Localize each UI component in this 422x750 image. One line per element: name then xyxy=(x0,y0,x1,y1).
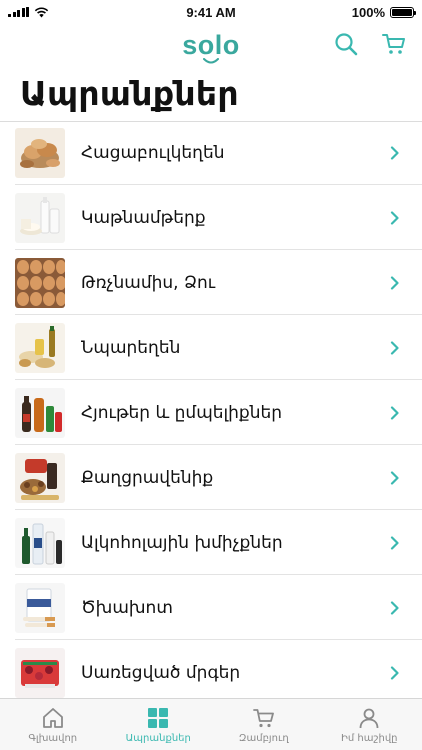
tab-label: Գլխավոր xyxy=(28,732,78,744)
tab-label: Իմ հաշիվը xyxy=(340,732,398,744)
category-item-drinks[interactable]: Հյութեր և ըմպելիքներ xyxy=(0,380,422,445)
bread-thumbnail xyxy=(15,127,65,178)
tab-cart[interactable]: Զամբյուղ xyxy=(211,699,317,750)
chevron-right-icon xyxy=(390,145,399,160)
category-label: Ծխախոտ xyxy=(81,597,173,618)
category-label: Կաթնամթերք xyxy=(81,207,206,228)
category-item-grocery[interactable]: Նպարեղեն xyxy=(0,315,422,380)
category-item-poultry[interactable]: Թռչնամիս, Ձու xyxy=(0,250,422,315)
category-label: Քաղցրավենիք xyxy=(81,467,214,488)
tab-products[interactable]: Ապրանքներ xyxy=(106,699,212,750)
category-item-tobacco[interactable]: Ծխախոտ xyxy=(0,575,422,640)
search-icon[interactable] xyxy=(332,30,360,58)
logo-smile-icon xyxy=(202,57,219,63)
nav-actions xyxy=(332,30,408,58)
status-bar: 9:41 AM 100% xyxy=(0,0,422,24)
page-title: Ապրանքներ xyxy=(20,74,239,113)
tab-account[interactable]: Իմ հաշիվը xyxy=(317,699,422,750)
tab-label: Ապրանքներ xyxy=(125,732,191,744)
battery-percent: 100% xyxy=(351,4,385,20)
category-label: Ալկոհոլային խմիչքներ xyxy=(81,532,283,553)
chevron-right-icon xyxy=(390,665,399,680)
chevron-right-icon xyxy=(390,210,399,225)
grid-icon xyxy=(148,707,169,728)
battery-icon xyxy=(390,6,416,18)
chevron-right-icon xyxy=(390,600,399,615)
cart-icon[interactable] xyxy=(380,30,408,58)
logo-text: solo xyxy=(182,29,240,60)
category-item-alcohol[interactable]: Ալկոհոլային խմիչքներ xyxy=(0,510,422,575)
frozen-fruit-thumbnail xyxy=(15,647,65,698)
drinks-thumbnail xyxy=(15,387,65,438)
chevron-right-icon xyxy=(390,275,399,290)
category-label: Հյութեր և ըմպելիքներ xyxy=(81,402,283,423)
tab-bar: Գլխավոր Ապրանքներ Զամբյուղ Իմ հաշիվը xyxy=(0,698,422,750)
grocery-thumbnail xyxy=(15,322,65,373)
dairy-thumbnail xyxy=(15,192,65,243)
wifi-icon xyxy=(34,6,49,17)
alcohol-thumbnail xyxy=(15,517,65,568)
chevron-right-icon xyxy=(390,535,399,550)
category-label: Նպարեղեն xyxy=(81,337,181,358)
chevron-right-icon xyxy=(390,405,399,420)
tab-home[interactable]: Գլխավոր xyxy=(0,699,106,750)
category-item-bakery[interactable]: Հացաբուլկեղեն xyxy=(0,120,422,185)
user-icon xyxy=(359,708,379,728)
category-label: Սառեցված մրգեր xyxy=(81,662,241,683)
category-item-frozen-fruit[interactable]: Սառեցված մրգեր xyxy=(0,640,422,698)
cart-icon xyxy=(252,708,274,727)
category-label: Թռչնամիս, Ձու xyxy=(81,272,216,293)
category-item-dairy[interactable]: Կաթնամթերք xyxy=(0,185,422,250)
tab-label: Զամբյուղ xyxy=(238,732,289,744)
category-list: Հացաբուլկեղեն Կաթնամթերք Թռչնամիս, Ձու Ն… xyxy=(0,120,422,698)
nav-bar: solo xyxy=(0,24,422,66)
logo: solo xyxy=(182,29,240,63)
category-label: Հացաբուլկեղեն xyxy=(81,142,225,163)
signal-icon xyxy=(8,7,29,17)
home-icon xyxy=(42,707,63,728)
chevron-right-icon xyxy=(390,470,399,485)
status-left xyxy=(8,6,128,18)
status-time: 9:41 AM xyxy=(186,4,236,20)
sweets-thumbnail xyxy=(15,452,65,503)
tobacco-thumbnail xyxy=(15,582,65,633)
eggs-thumbnail xyxy=(15,257,65,308)
status-right: 100% xyxy=(294,4,416,20)
chevron-right-icon xyxy=(390,340,399,355)
category-item-sweets[interactable]: Քաղցրավենիք xyxy=(0,445,422,510)
